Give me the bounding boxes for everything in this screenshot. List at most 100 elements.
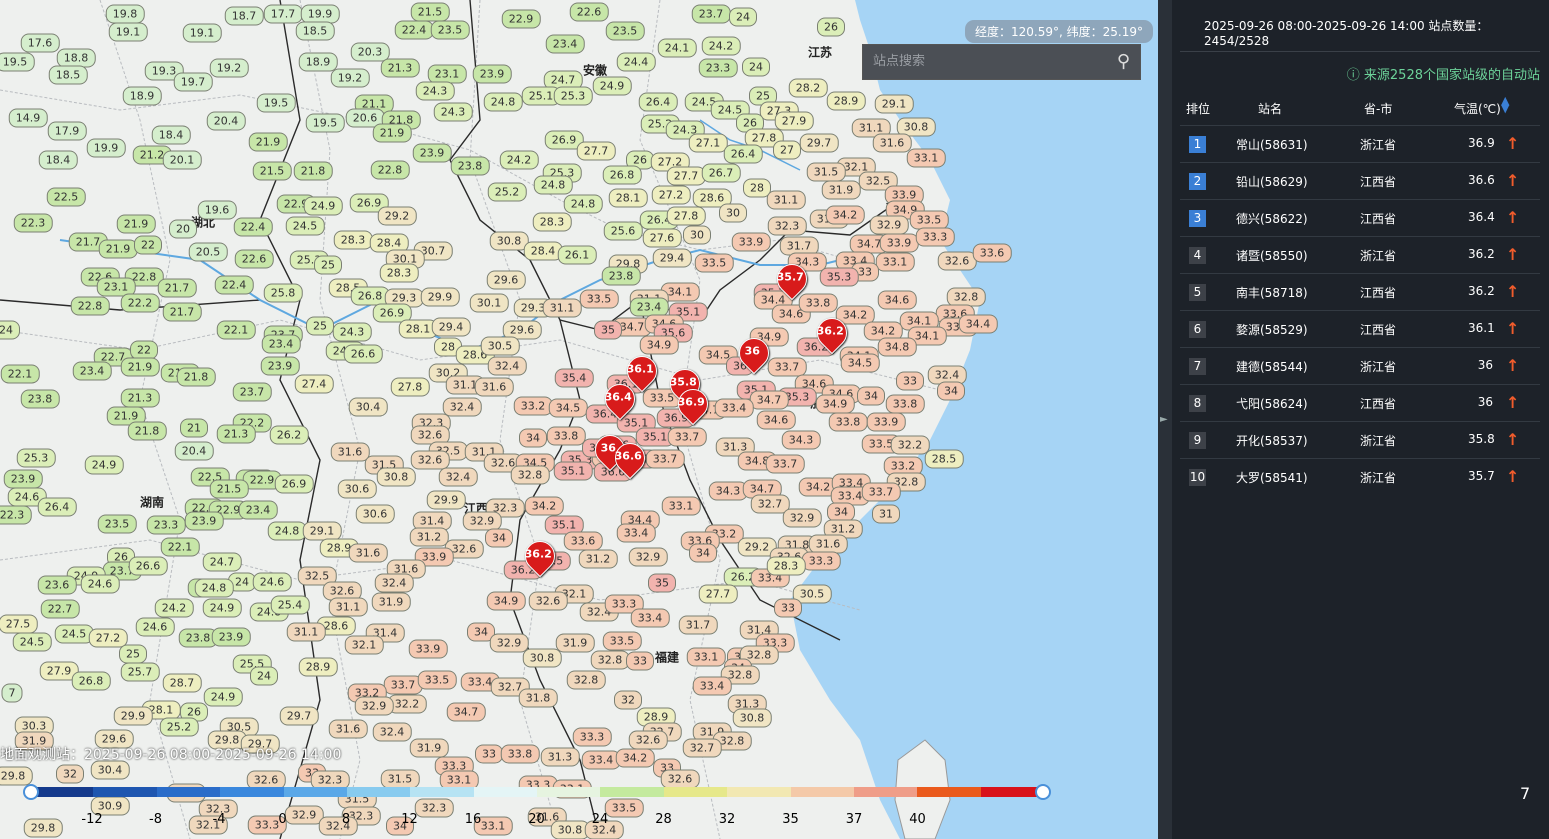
station-temp-label[interactable]: 18.9 bbox=[298, 52, 338, 72]
station-temp-label[interactable]: 32 bbox=[614, 690, 642, 710]
station-temp-label[interactable]: 24 bbox=[250, 666, 278, 686]
station-temp-label[interactable]: 33.9 bbox=[879, 233, 919, 253]
station-temp-label[interactable]: 22.7 bbox=[40, 599, 80, 619]
station-temp-label[interactable]: 27.1 bbox=[688, 133, 728, 153]
station-temp-label[interactable]: 21.8 bbox=[127, 421, 167, 441]
station-temp-label[interactable]: 24.5 bbox=[54, 624, 94, 644]
station-temp-label[interactable]: 32.9 bbox=[284, 805, 324, 825]
station-temp-label[interactable]: 25.3 bbox=[16, 448, 56, 468]
station-temp-label[interactable]: 31.7 bbox=[678, 615, 718, 635]
station-temp-label[interactable]: 33.9 bbox=[866, 412, 906, 432]
station-temp-label[interactable]: 25 bbox=[314, 255, 342, 275]
station-temp-label[interactable]: 31.9 bbox=[821, 180, 861, 200]
station-temp-label[interactable]: 25.2 bbox=[159, 717, 199, 737]
station-temp-label[interactable]: 7 bbox=[1, 683, 23, 703]
station-search-input[interactable] bbox=[863, 45, 1113, 78]
station-temp-label[interactable]: 33.1 bbox=[661, 496, 701, 516]
station-temp-label[interactable]: 33.4 bbox=[581, 750, 621, 770]
station-temp-label[interactable]: 23.7 bbox=[691, 4, 731, 24]
station-temp-label[interactable]: 21.8 bbox=[293, 161, 333, 181]
station-temp-label[interactable]: 31.9 bbox=[371, 592, 411, 612]
station-temp-label[interactable]: 24 bbox=[742, 57, 770, 77]
station-temp-label[interactable]: 23.3 bbox=[146, 515, 186, 535]
station-temp-label[interactable]: 22.4 bbox=[394, 20, 434, 40]
station-temp-label[interactable]: 18.9 bbox=[122, 86, 162, 106]
station-temp-label[interactable]: 31.1 bbox=[328, 597, 368, 617]
station-temp-label[interactable]: 21.9 bbox=[248, 132, 288, 152]
station-temp-label[interactable]: 30.6 bbox=[337, 479, 377, 499]
station-temp-label[interactable]: 32.3 bbox=[767, 216, 807, 236]
station-temp-label[interactable]: 24.8 bbox=[483, 92, 523, 112]
station-temp-label[interactable]: 29.8 bbox=[23, 818, 63, 838]
station-temp-label[interactable]: 31.5 bbox=[380, 769, 420, 789]
station-temp-label[interactable]: 33.8 bbox=[798, 293, 838, 313]
station-temp-label[interactable]: 33 bbox=[896, 371, 924, 391]
station-temp-label[interactable]: 24.1 bbox=[657, 38, 697, 58]
station-temp-label[interactable]: 31.9 bbox=[409, 738, 449, 758]
station-temp-label[interactable]: 20.4 bbox=[206, 111, 246, 131]
station-temp-label[interactable]: 28.9 bbox=[298, 657, 338, 677]
station-temp-label[interactable]: 31.1 bbox=[766, 190, 806, 210]
station-temp-label[interactable]: 32.6 bbox=[410, 450, 450, 470]
station-temp-label[interactable]: 24.6 bbox=[252, 572, 292, 592]
station-temp-label[interactable]: 35.3 bbox=[819, 267, 859, 287]
station-temp-label[interactable]: 25.7 bbox=[120, 662, 160, 682]
station-temp-label[interactable]: 34.3 bbox=[781, 430, 821, 450]
station-temp-label[interactable]: 17.7 bbox=[263, 4, 303, 24]
station-temp-label[interactable]: 24.2 bbox=[701, 36, 741, 56]
station-temp-label[interactable]: 24.8 bbox=[267, 521, 307, 541]
station-temp-label[interactable]: 27.6 bbox=[642, 228, 682, 248]
ranking-row[interactable]: 8 弋阳(58624) 江西省 36 ↑ bbox=[1180, 384, 1540, 422]
station-temp-label[interactable]: 29.7 bbox=[799, 133, 839, 153]
station-temp-label[interactable]: 26.2 bbox=[269, 425, 309, 445]
station-temp-label[interactable]: 22 bbox=[134, 235, 162, 255]
station-temp-label[interactable]: 32.1 bbox=[344, 635, 384, 655]
station-temp-label[interactable]: 32.4 bbox=[374, 573, 414, 593]
station-temp-label[interactable]: 33.6 bbox=[972, 243, 1012, 263]
station-temp-label[interactable]: 23.4 bbox=[72, 361, 112, 381]
station-temp-label[interactable]: 33.7 bbox=[383, 675, 423, 695]
station-temp-label[interactable]: 33.4 bbox=[714, 398, 754, 418]
station-temp-label[interactable]: 27.7 bbox=[576, 141, 616, 161]
station-temp-label[interactable]: 32.4 bbox=[318, 816, 358, 836]
station-temp-label[interactable]: 29.2 bbox=[377, 206, 417, 226]
station-temp-label[interactable]: 24.6 bbox=[80, 574, 120, 594]
station-temp-label[interactable]: 24 bbox=[729, 7, 757, 27]
station-temp-label[interactable]: 28.3 bbox=[532, 212, 572, 232]
station-temp-label[interactable]: 26.9 bbox=[274, 474, 314, 494]
station-temp-label[interactable]: 27.8 bbox=[390, 377, 430, 397]
station-temp-label[interactable]: 33.3 bbox=[572, 727, 612, 747]
station-temp-label[interactable]: 30.8 bbox=[732, 708, 772, 728]
station-temp-label[interactable]: 23.4 bbox=[238, 500, 278, 520]
station-temp-label[interactable]: 33 bbox=[774, 598, 802, 618]
station-temp-label[interactable]: 19.2 bbox=[330, 68, 370, 88]
station-temp-label[interactable]: 30.8 bbox=[522, 648, 562, 668]
station-temp-label[interactable]: 31.2 bbox=[578, 549, 618, 569]
station-temp-label[interactable]: 26.7 bbox=[701, 163, 741, 183]
station-temp-label[interactable]: 33.7 bbox=[861, 482, 901, 502]
station-temp-label[interactable]: 24.9 bbox=[592, 76, 632, 96]
station-temp-label[interactable]: 22.2 bbox=[120, 293, 160, 313]
station-temp-label[interactable]: 27.7 bbox=[666, 166, 706, 186]
station-temp-label[interactable]: 32.4 bbox=[442, 397, 482, 417]
station-temp-label[interactable]: 22.1 bbox=[216, 320, 256, 340]
station-temp-label[interactable]: 22.8 bbox=[370, 160, 410, 180]
station-temp-label[interactable]: 24.7 bbox=[202, 552, 242, 572]
station-temp-label[interactable]: 24.3 bbox=[332, 322, 372, 342]
station-temp-label[interactable]: 30.8 bbox=[489, 231, 529, 251]
station-temp-label[interactable]: 32.4 bbox=[438, 467, 478, 487]
station-temp-label[interactable]: 33.4 bbox=[616, 523, 656, 543]
station-temp-label[interactable]: 26.1 bbox=[557, 245, 597, 265]
station-temp-label[interactable]: 33.3 bbox=[801, 551, 841, 571]
station-temp-label[interactable]: 27.7 bbox=[698, 584, 738, 604]
station-temp-label[interactable]: 31.2 bbox=[409, 527, 449, 547]
station-temp-label[interactable]: 33.8 bbox=[546, 426, 586, 446]
station-temp-label[interactable]: 31.6 bbox=[330, 442, 370, 462]
station-temp-label[interactable]: 33.7 bbox=[765, 454, 805, 474]
station-temp-label[interactable]: 31.8 bbox=[518, 688, 558, 708]
station-temp-label[interactable]: 34.8 bbox=[877, 337, 917, 357]
station-temp-label[interactable]: 35 bbox=[594, 320, 622, 340]
station-temp-label[interactable]: 19.1 bbox=[182, 23, 222, 43]
station-temp-label[interactable]: 32 bbox=[56, 764, 84, 784]
station-temp-label[interactable]: 22.1 bbox=[0, 364, 40, 384]
